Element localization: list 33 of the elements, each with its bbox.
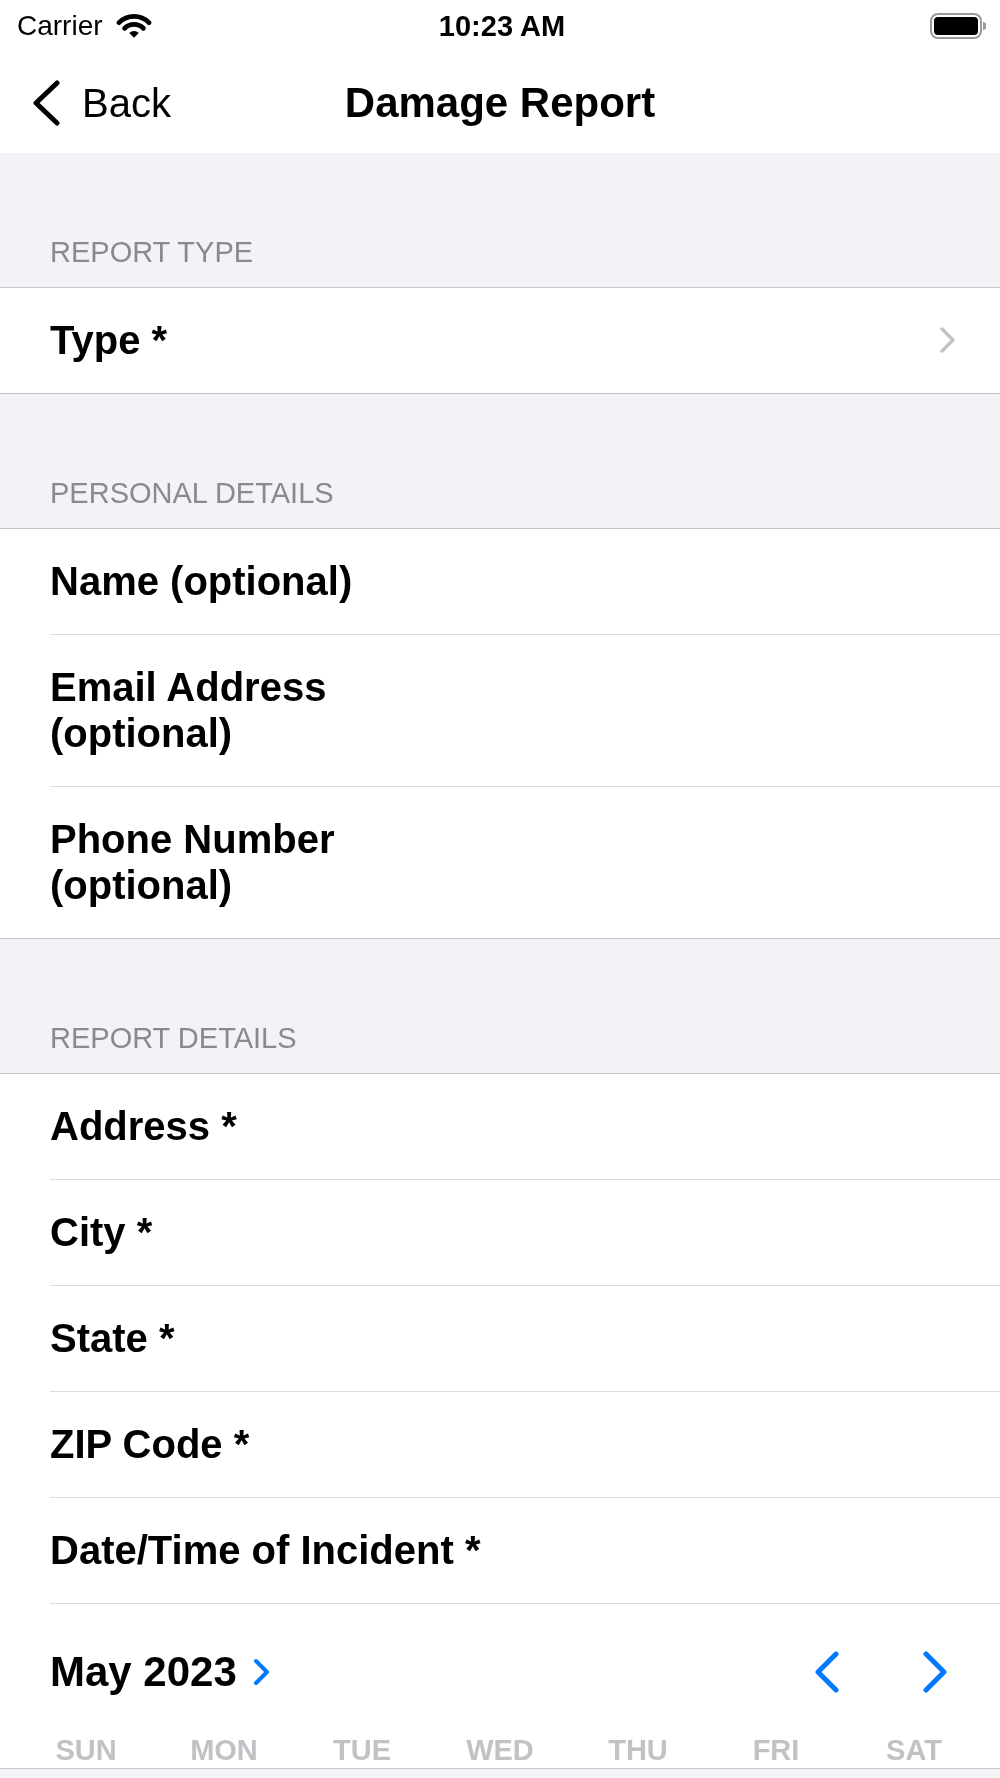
next-month-button[interactable] (922, 1651, 948, 1693)
battery-icon (930, 13, 987, 39)
back-button[interactable]: Back (31, 78, 171, 127)
field-label: ZIP Code * (50, 1421, 250, 1467)
list-row[interactable]: Type * (0, 288, 1000, 393)
weekday-label: THU (608, 1733, 668, 1768)
screen-title: Damage Report (344, 77, 656, 128)
field-label: Address * (50, 1103, 237, 1149)
field-label: Phone Number (optional) (50, 816, 336, 908)
weekday-label: MON (190, 1733, 258, 1768)
weekday-label: FRI (752, 1733, 800, 1768)
previous-month-button[interactable] (814, 1651, 840, 1693)
chevron-right-icon (940, 327, 955, 353)
section-header: PERSONAL DETAILS (50, 476, 334, 511)
month-year-button[interactable]: May 2023 (50, 1648, 271, 1696)
carrier-label: Carrier (17, 9, 103, 43)
weekday-label: TUE (333, 1733, 391, 1768)
field-label: Name (optional) (50, 558, 353, 604)
field-label: Date/Time of Incident * (50, 1527, 481, 1573)
field-label: City * (50, 1209, 153, 1255)
weekday-label: SUN (55, 1733, 117, 1768)
weekday-label: SAT (886, 1733, 942, 1768)
section-header: REPORT TYPE (50, 235, 254, 270)
chevron-right-icon (252, 1658, 271, 1686)
field-label: State * (50, 1315, 175, 1361)
weekday-label: WED (466, 1733, 534, 1768)
wifi-icon (115, 13, 152, 39)
status-time: 10:23 AM (438, 9, 566, 43)
chevron-right-icon (922, 1651, 948, 1693)
chevron-left-icon (814, 1651, 840, 1693)
field-label: Email Address (optional) (50, 664, 328, 756)
chevron-left-icon (31, 79, 61, 126)
section-header: REPORT DETAILS (50, 1021, 297, 1056)
